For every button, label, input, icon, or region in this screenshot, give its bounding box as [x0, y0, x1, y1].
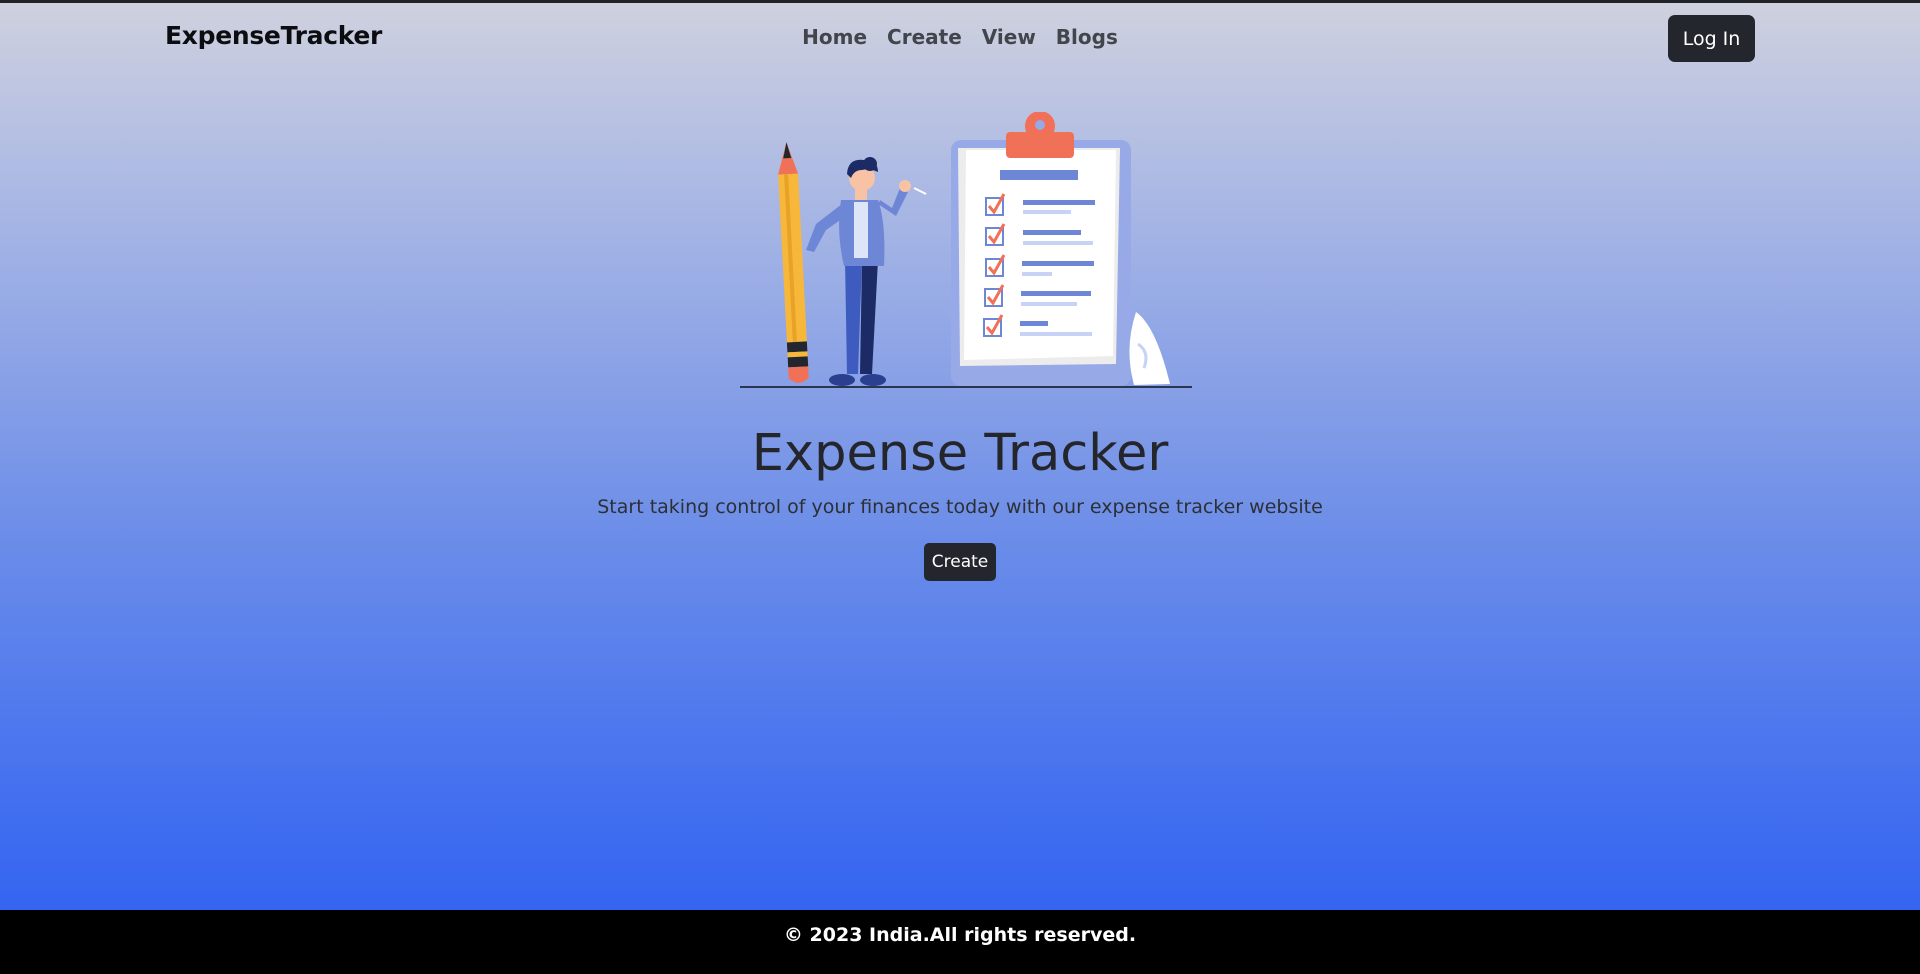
nav-link-create[interactable]: Create — [887, 25, 962, 49]
hero-illustration — [740, 112, 1192, 388]
decor-leaf — [1129, 312, 1170, 385]
footer: © 2023 India.All rights reserved. — [0, 910, 1920, 974]
nav-link-view[interactable]: View — [982, 25, 1036, 49]
nav-links: Home Create View Blogs — [0, 25, 1920, 49]
navbar: ExpenseTracker Home Create View Blogs Lo… — [0, 3, 1920, 75]
person — [806, 157, 927, 386]
nav-link-blogs[interactable]: Blogs — [1056, 25, 1118, 49]
paper-heading — [1000, 170, 1078, 180]
hero-subtitle: Start taking control of your finances to… — [597, 496, 1323, 518]
nav-link-home[interactable]: Home — [802, 25, 867, 49]
hero-title: Expense Tracker — [751, 424, 1169, 483]
footer-copyright: © 2023 India.All rights reserved. — [783, 924, 1137, 946]
pencil — [778, 142, 809, 383]
login-button[interactable]: Log In — [1668, 15, 1755, 62]
create-button[interactable]: Create — [924, 543, 996, 581]
